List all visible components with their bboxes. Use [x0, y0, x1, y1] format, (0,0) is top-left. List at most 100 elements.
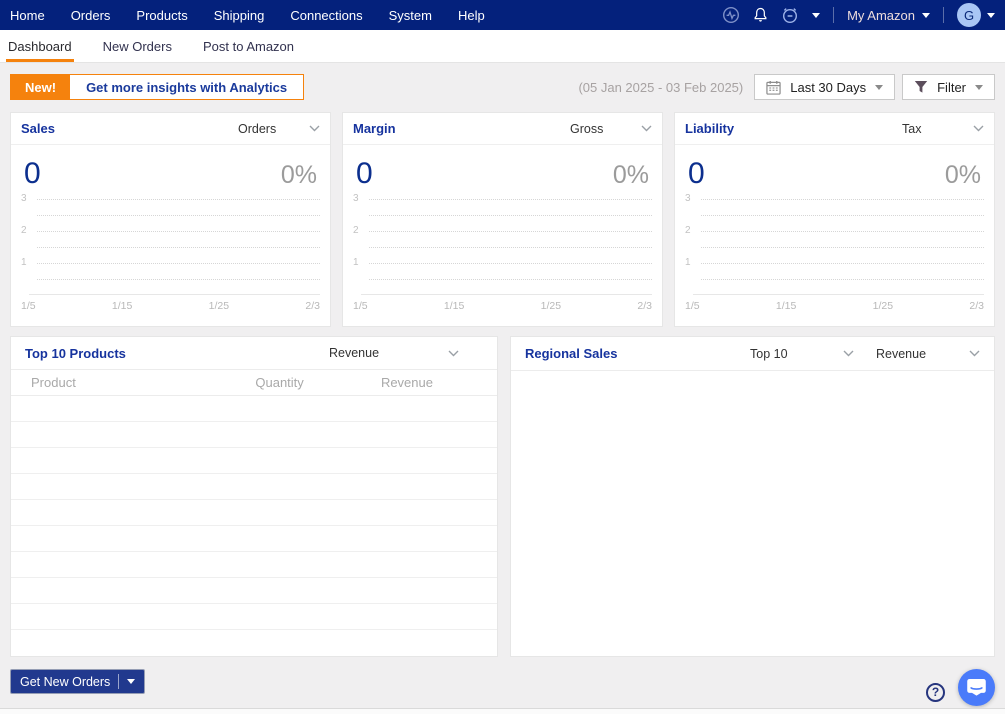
- kpi-chart-plot: 3 2 1: [353, 193, 652, 295]
- gridline: [701, 231, 984, 232]
- new-badge: New!: [11, 75, 71, 99]
- x-tick-label: 2/3: [969, 300, 984, 312]
- kpi-card-header: Liability Tax: [675, 113, 994, 145]
- kpi-card-title: Margin: [353, 121, 396, 136]
- kpi-card-header: Sales Orders: [11, 113, 330, 145]
- kpi-values: 0 0%: [11, 145, 330, 195]
- gridline: [37, 247, 320, 248]
- x-tick-label: 1/15: [111, 300, 133, 312]
- date-preset-label: Last 30 Days: [790, 79, 867, 95]
- top-products-metric-dropdown[interactable]: Revenue: [329, 346, 459, 360]
- x-tick-label: 2/3: [305, 300, 320, 312]
- activity-icon[interactable]: [722, 6, 740, 24]
- kpi-metric-dropdown[interactable]: Gross: [570, 122, 652, 136]
- user-menu[interactable]: G: [957, 3, 995, 27]
- filter-caret-icon: [975, 84, 983, 90]
- tab-new-orders[interactable]: New Orders: [101, 30, 174, 62]
- kpi-values: 0 0%: [675, 145, 994, 195]
- toolbar-row: New! Get more insights with Analytics (0…: [10, 74, 995, 100]
- column-header-product: Product: [31, 375, 76, 391]
- column-header-quantity: Quantity: [255, 375, 304, 391]
- top-navbar: Home Orders Products Shipping Connections Sys…: [0, 0, 1005, 30]
- x-tick-label: 1/25: [540, 300, 562, 312]
- x-axis-line: [361, 294, 652, 295]
- kpi-chart: 3 2 1 1/5 1/15 1/25 2/3: [353, 193, 652, 312]
- kpi-card-title: Sales: [21, 121, 55, 136]
- kpi-chart-plot: 3 2 1: [21, 193, 320, 295]
- dropdown-value: Revenue: [876, 346, 927, 361]
- chevron-down-icon: [969, 350, 980, 357]
- table-row: [11, 448, 497, 474]
- regional-count-dropdown[interactable]: Top 10: [750, 347, 854, 361]
- kpi-percent: 0%: [944, 161, 981, 189]
- dropdown-value: Tax: [902, 121, 922, 136]
- chat-launcher-icon[interactable]: [958, 669, 995, 706]
- get-new-orders-button[interactable]: Get New Orders: [10, 669, 146, 694]
- nav-item-system[interactable]: System: [389, 8, 432, 23]
- snooze-alarm-icon[interactable]: [781, 6, 799, 24]
- x-axis-labels: 1/5 1/15 1/25 2/3: [21, 295, 320, 312]
- regional-sales-title: Regional Sales: [525, 346, 618, 361]
- kpi-value: 0: [356, 157, 373, 190]
- gridline: [369, 199, 652, 200]
- filter-button[interactable]: Filter: [902, 74, 995, 100]
- nav-item-home[interactable]: Home: [10, 8, 45, 23]
- help-icon[interactable]: ?: [926, 682, 945, 702]
- filter-funnel-icon: [914, 80, 928, 94]
- gridline: [701, 247, 984, 248]
- dropdown-value: Top 10: [750, 346, 788, 361]
- filter-label: Filter: [937, 79, 966, 95]
- table-row: [11, 526, 497, 552]
- table-row: [11, 630, 497, 656]
- gridline: [701, 199, 984, 200]
- nav-item-shipping[interactable]: Shipping: [214, 8, 265, 23]
- notifications-bell-icon[interactable]: [753, 7, 768, 23]
- chevron-down-icon: [641, 125, 652, 132]
- alarm-dropdown-caret-icon[interactable]: [812, 12, 821, 18]
- avatar[interactable]: G: [957, 3, 981, 27]
- dropdown-value: Revenue: [329, 346, 380, 361]
- nav-item-connections[interactable]: Connections: [290, 8, 362, 23]
- kpi-card-liability: Liability Tax 0 0% 3 2 1 1/5 1/15 1/25 2/3: [674, 112, 995, 327]
- regional-sales-body: [511, 371, 994, 656]
- tab-post-to-amazon[interactable]: Post to Amazon: [201, 30, 296, 62]
- tab-bar: Dashboard New Orders Post to Amazon: [0, 30, 1005, 63]
- account-caret-icon: [922, 12, 930, 18]
- x-tick-label: 2/3: [637, 300, 652, 312]
- x-tick-label: 1/15: [775, 300, 797, 312]
- chevron-down-icon: [843, 350, 854, 357]
- x-axis-line: [693, 294, 984, 295]
- get-new-orders-label: Get New Orders: [20, 674, 111, 689]
- divider: [833, 7, 835, 23]
- tab-dashboard[interactable]: Dashboard: [6, 30, 74, 62]
- x-tick-label: 1/25: [872, 300, 894, 312]
- kpi-card-margin: Margin Gross 0 0% 3 2 1 1/5 1/15 1/25 2/3: [342, 112, 663, 327]
- kpi-metric-dropdown[interactable]: Tax: [902, 122, 984, 136]
- kpi-metric-dropdown[interactable]: Orders: [238, 122, 320, 136]
- analytics-banner-label: Get more insights with Analytics: [86, 79, 288, 95]
- gridline: [701, 263, 984, 264]
- get-new-orders-caret-icon[interactable]: [127, 679, 136, 684]
- gridline: [37, 215, 320, 216]
- kpi-values: 0 0%: [343, 145, 662, 195]
- analytics-banner-button[interactable]: New! Get more insights with Analytics: [10, 74, 305, 100]
- gridline: [369, 279, 652, 280]
- regional-metric-dropdown[interactable]: Revenue: [876, 347, 980, 361]
- kpi-percent: 0%: [280, 161, 317, 189]
- nav-item-products[interactable]: Products: [136, 8, 187, 23]
- gridline: [369, 231, 652, 232]
- kpi-card-sales: Sales Orders 0 0% 3 2 1 1/5 1/15 1/25 2/3: [10, 112, 331, 327]
- account-menu[interactable]: My Amazon: [847, 8, 930, 23]
- date-preset-button[interactable]: Last 30 Days: [754, 74, 896, 100]
- divider: [943, 7, 944, 23]
- gridline: [37, 279, 320, 280]
- nav-item-orders[interactable]: Orders: [71, 8, 111, 23]
- bottom-row: Top 10 Products Revenue Product Quantity R…: [10, 336, 995, 657]
- dashboard-content: New! Get more insights with Analytics (0…: [0, 63, 1005, 657]
- main-menu: Home Orders Products Shipping Connections Sys…: [10, 8, 485, 23]
- y-tick-label: 2: [685, 224, 691, 236]
- top-products-card: Top 10 Products Revenue Product Quantity R…: [10, 336, 498, 657]
- top-products-header: Top 10 Products Revenue: [11, 337, 497, 371]
- x-tick-label: 1/5: [21, 300, 36, 312]
- nav-item-help[interactable]: Help: [458, 8, 485, 23]
